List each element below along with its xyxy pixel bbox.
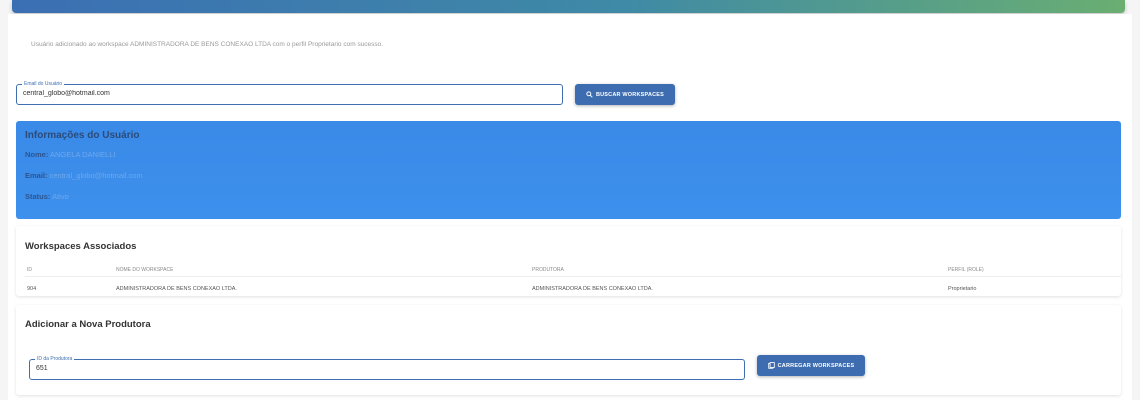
user-status-row: Status: Ativo (25, 192, 69, 201)
producer-id-input[interactable] (36, 365, 679, 372)
document-icon (767, 362, 775, 369)
workspaces-title: Workspaces Associados (25, 241, 137, 252)
search-icon (586, 91, 593, 98)
table-header: ID NOME DO WORKSPACE PRODUTORA PERFIL (R… (25, 263, 1121, 277)
user-email-row: Email: central_globo@hotmail.com (25, 171, 143, 180)
status-label: Status: (25, 192, 51, 201)
search-button-label: BUSCAR WORKSPACES (595, 91, 665, 98)
email-label: Email: (25, 171, 48, 180)
col-header-id: ID (27, 266, 32, 273)
cell-name: ADMINISTRADORA DE BENS CONEXAO LTDA. (116, 286, 237, 292)
email-field[interactable]: Email do Usuário (16, 81, 563, 105)
success-message: Usuário adicionado ao workspace ADMINIST… (31, 41, 384, 48)
user-name-row: Nome: ANGELA DANIELLI (25, 150, 115, 159)
load-button-label: CARREGAR WORKSPACES (777, 362, 855, 369)
load-workspaces-button[interactable]: CARREGAR WORKSPACES (757, 355, 865, 376)
email-input[interactable] (23, 90, 514, 97)
cell-producer: ADMINISTRADORA DE BENS CONEXAO LTDA. (532, 286, 653, 292)
col-header-role: PERFIL (ROLE) (948, 266, 984, 273)
name-label: Nome: (25, 150, 49, 159)
cell-role: Proprietario (948, 286, 977, 292)
add-producer-card: Adicionar a Nova Produtora (16, 305, 1121, 395)
email-field-label: Email do Usuário (22, 81, 65, 88)
status-value: Ativo (52, 192, 69, 201)
name-value: ANGELA DANIELLI (50, 150, 116, 159)
add-producer-title: Adicionar a Nova Produtora (25, 319, 151, 330)
col-header-producer: PRODUTORA (532, 266, 564, 273)
user-info-title: Informações do Usuário (25, 130, 140, 141)
table-row[interactable]: 904 ADMINISTRADORA DE BENS CONEXAO LTDA.… (25, 282, 1121, 296)
user-info-panel: Informações do Usuário Nome: ANGELA DANI… (16, 121, 1121, 219)
header-bar (12, 0, 1125, 13)
producer-id-field[interactable]: ID da Produtora (29, 356, 745, 380)
producer-id-label: ID da Produtora (35, 356, 75, 363)
email-value: central_globo@hotmail.com (49, 171, 143, 180)
search-workspaces-button[interactable]: BUSCAR WORKSPACES (575, 84, 675, 105)
cell-id: 904 (27, 286, 37, 292)
workspaces-card: Workspaces Associados ID NOME DO WORKSPA… (16, 226, 1121, 296)
col-header-name: NOME DO WORKSPACE (116, 266, 174, 273)
